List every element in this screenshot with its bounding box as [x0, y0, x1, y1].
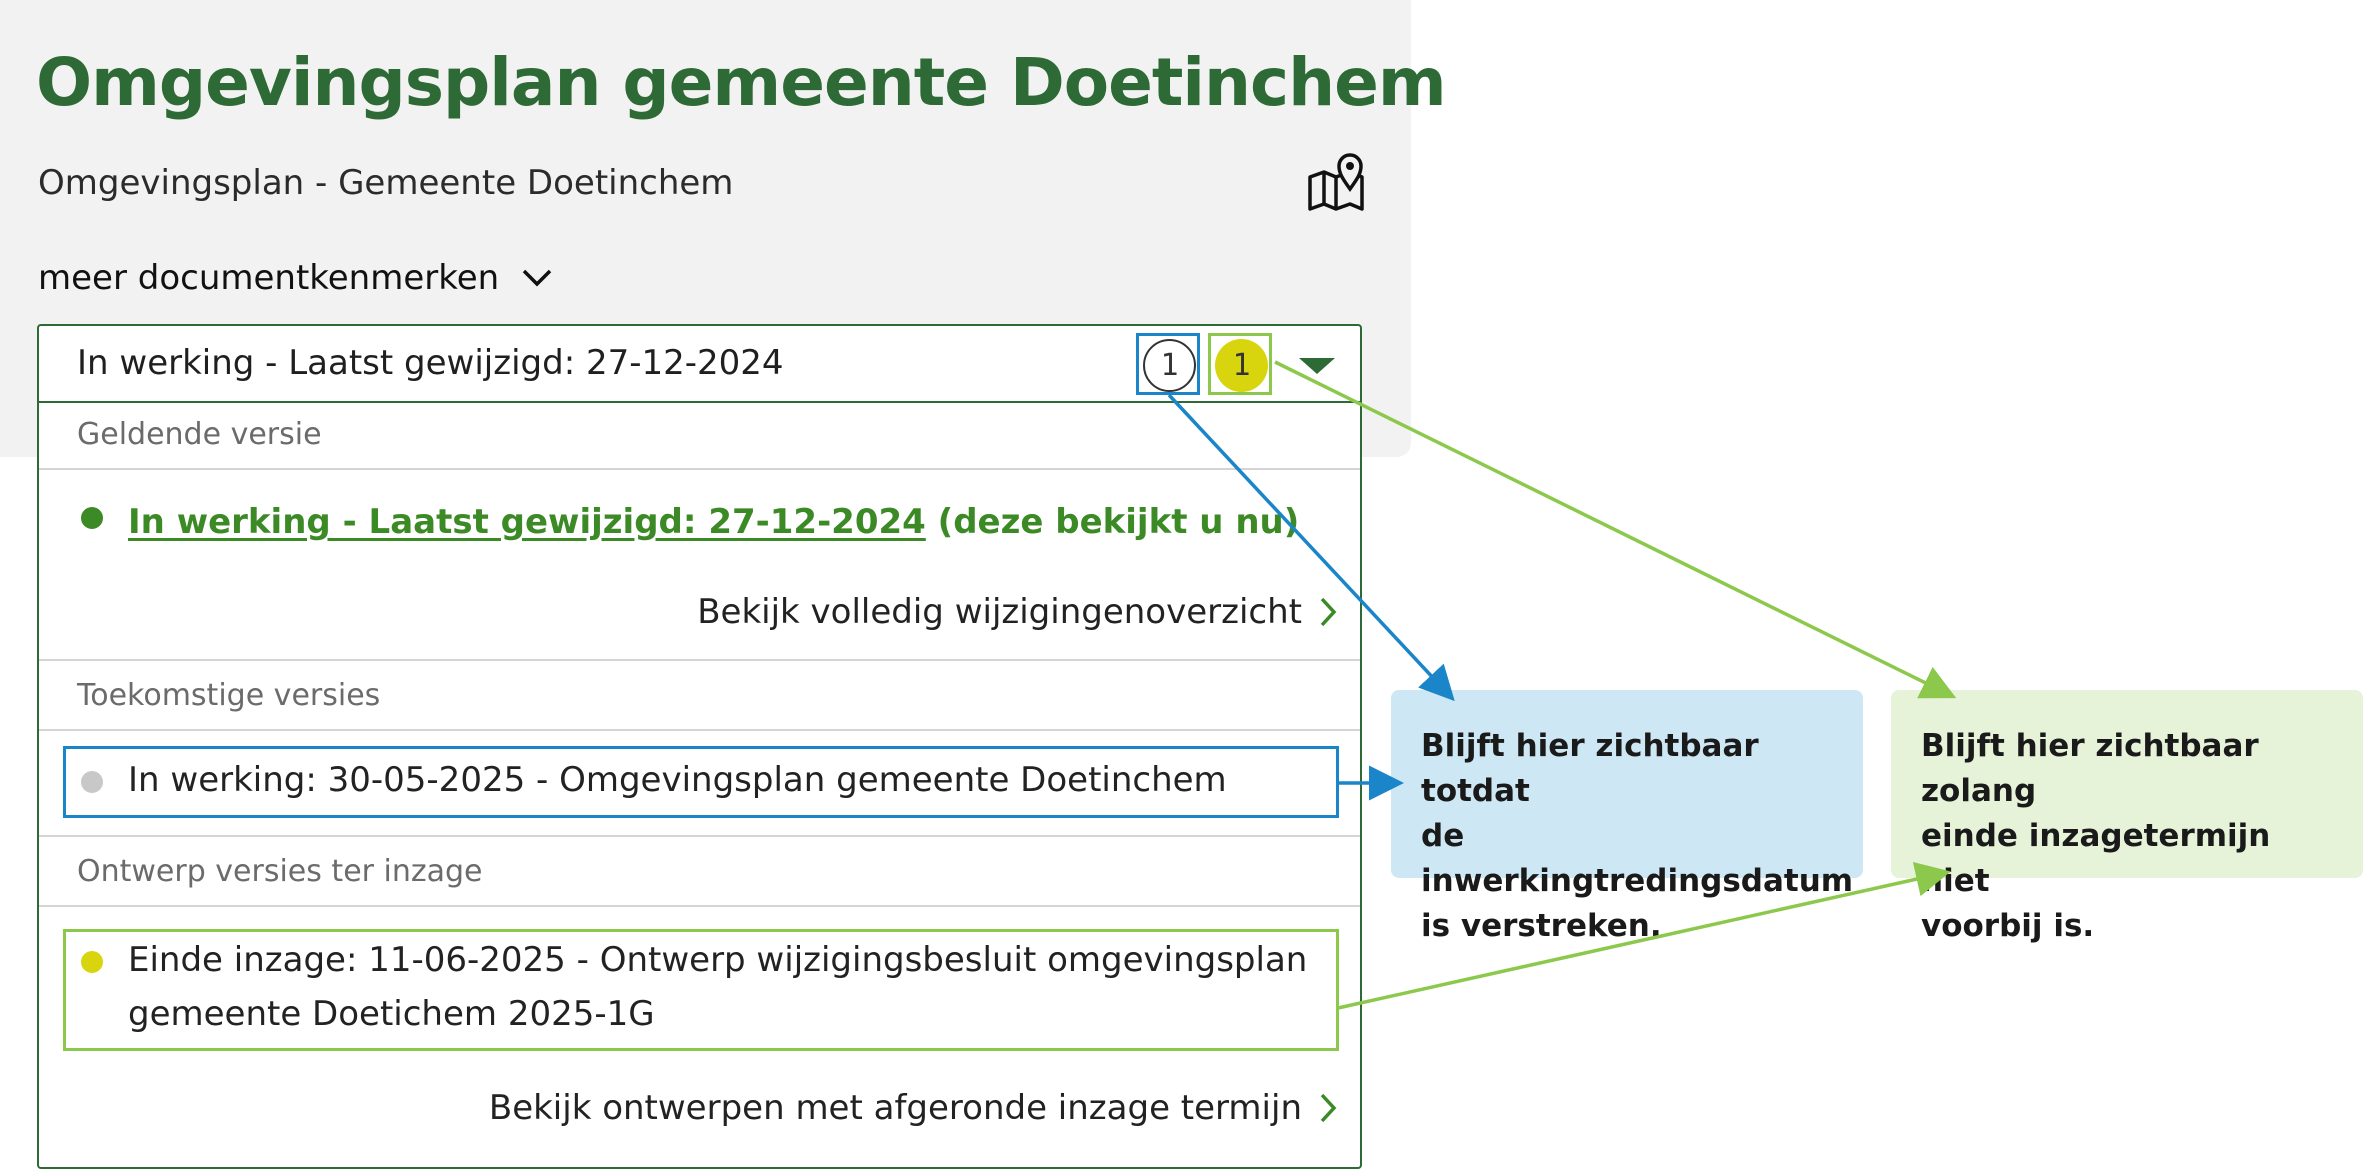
- annotation-line: Blijft hier zichtbaar zolang: [1921, 728, 2259, 809]
- annotation-draft-versions: Blijft hier zichtbaar zolang einde inzag…: [1891, 690, 2363, 944]
- section-label-current: Geldende versie: [77, 417, 322, 452]
- annotation-line: Blijft hier zichtbaar totdat: [1421, 728, 1759, 809]
- chevron-down-icon: [522, 269, 552, 287]
- section-label-future: Toekomstige versies: [77, 678, 381, 713]
- draft-versions-count-badge: 1: [1215, 339, 1268, 392]
- status-dot-draft: [81, 951, 103, 973]
- divider: [39, 729, 1360, 731]
- annotation-line: voorbij is.: [1921, 908, 2095, 944]
- draft-badge-highlight: 1: [1208, 333, 1272, 395]
- meer-documentkenmerken-label: meer documentkenmerken: [38, 258, 500, 298]
- future-versions-count-badge: 1: [1143, 339, 1196, 392]
- divider: [39, 468, 1360, 470]
- annotation-line: de inwerkingtredingsdatum: [1421, 818, 1854, 899]
- meer-documentkenmerken-toggle[interactable]: meer documentkenmerken: [38, 258, 553, 298]
- chevron-right-icon: [1320, 1093, 1337, 1123]
- map-pin-icon[interactable]: [1306, 151, 1366, 213]
- caret-down-icon: [1299, 358, 1335, 374]
- draft-version-item-line2[interactable]: gemeente Doetichem 2025-1G: [128, 994, 655, 1034]
- divider: [39, 659, 1360, 661]
- draft-version-item-line1[interactable]: Einde inzage: 11-06-2025 - Ontwerp wijzi…: [128, 940, 1307, 980]
- divider: [39, 835, 1360, 837]
- section-label-draft: Ontwerp versies ter inzage: [77, 854, 483, 889]
- divider: [39, 905, 1360, 907]
- wijzigingenoverzicht-label: Bekijk volledig wijzigingenoverzicht: [697, 592, 1302, 632]
- annotation-line: einde inzagetermijn niet: [1921, 818, 2271, 899]
- wijzigingenoverzicht-link[interactable]: Bekijk volledig wijzigingenoverzicht: [697, 592, 1338, 632]
- page-title: Omgevingsplan gemeente Doetinchem: [36, 44, 1447, 121]
- afgeronde-inzage-link[interactable]: Bekijk ontwerpen met afgeronde inzage te…: [489, 1088, 1338, 1128]
- page-subtitle: Omgevingsplan - Gemeente Doetinchem: [38, 163, 734, 203]
- afgeronde-inzage-label: Bekijk ontwerpen met afgeronde inzage te…: [488, 1088, 1302, 1128]
- chevron-right-icon: [1320, 597, 1337, 627]
- status-dot-current: [81, 507, 103, 529]
- current-version-suffix: (deze bekijkt u nu): [925, 502, 1300, 542]
- current-version-item: In werking - Laatst gewijzigd: 27-12-202…: [128, 502, 1299, 542]
- version-dropdown: In werking - Laatst gewijzigd: 27-12-202…: [37, 324, 1362, 1169]
- future-badge-highlight: 1: [1136, 333, 1200, 395]
- selected-version: In werking - Laatst gewijzigd: 27-12-202…: [77, 343, 784, 383]
- status-dot-future: [81, 771, 103, 793]
- current-version-link[interactable]: In werking - Laatst gewijzigd: 27-12-202…: [128, 502, 926, 542]
- annotation-line: is verstreken.: [1421, 908, 1662, 944]
- annotation-future-versions: Blijft hier zichtbaar totdat de inwerkin…: [1391, 690, 1863, 944]
- future-version-item[interactable]: In werking: 30-05-2025 - Omgevingsplan g…: [128, 760, 1227, 800]
- version-dropdown-toggle[interactable]: In werking - Laatst gewijzigd: 27-12-202…: [39, 326, 1360, 403]
